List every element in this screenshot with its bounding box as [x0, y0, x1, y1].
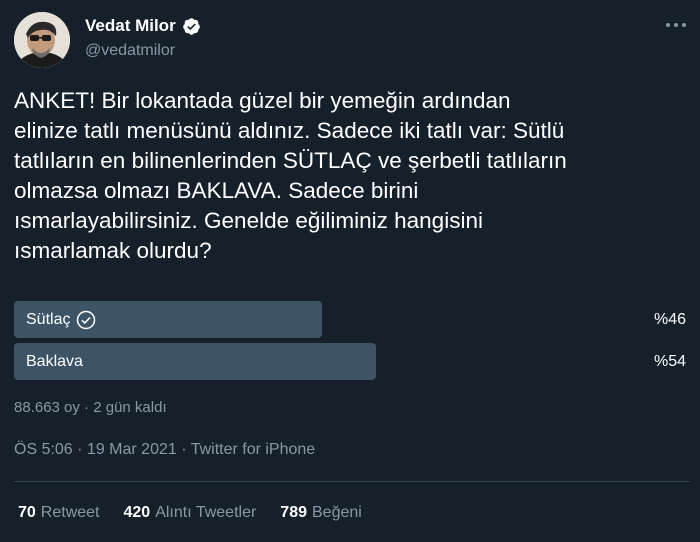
poll-option-label: Baklava — [26, 352, 83, 370]
poll-option-1: Sütlaç %46 — [14, 301, 690, 338]
check-circle-icon — [77, 310, 96, 329]
author-handle[interactable]: @vedatmilor — [85, 42, 175, 60]
likes-stat[interactable]: 789 Beğeni — [280, 504, 362, 522]
retweets-stat[interactable]: 70 Retweet — [18, 504, 100, 522]
poll-option-label-row: Sütlaç — [26, 301, 96, 338]
quotes-stat[interactable]: 420 Alıntı Tweetler — [124, 504, 257, 522]
likes-label: Beğeni — [312, 504, 362, 521]
poll-option-label: Sütlaç — [26, 310, 71, 328]
tweet-text: ANKET! Bir lokantada güzel bir yemeğin a… — [14, 88, 567, 263]
quotes-count: 420 — [123, 504, 151, 521]
verified-badge-icon — [182, 17, 200, 35]
poll-option-label-row: Baklava — [26, 343, 83, 380]
tweet-stats: 70 Retweet 420 Alıntı Tweetler 789 Beğen… — [18, 504, 362, 522]
avatar[interactable] — [14, 12, 70, 68]
poll-option-2: Baklava %54 — [14, 343, 690, 380]
retweets-label: Retweet — [40, 504, 100, 521]
tweet-timestamp[interactable]: ÖS 5:06 · 19 Mar 2021 · Twitter for iPho… — [14, 441, 315, 459]
author-name-row[interactable]: Vedat Milor — [85, 16, 201, 36]
poll-option-percent: %54 — [653, 352, 686, 370]
quotes-label: Alıntı Tweetler — [155, 504, 257, 521]
author-name[interactable]: Vedat Milor — [85, 16, 176, 36]
more-dots-icon[interactable] — [664, 17, 688, 33]
poll-option-percent: %46 — [653, 310, 686, 328]
retweets-count: 70 — [18, 504, 36, 521]
poll-meta: 88.663 oy · 2 gün kaldı — [14, 399, 167, 416]
divider — [14, 481, 690, 482]
likes-count: 789 — [280, 504, 307, 521]
